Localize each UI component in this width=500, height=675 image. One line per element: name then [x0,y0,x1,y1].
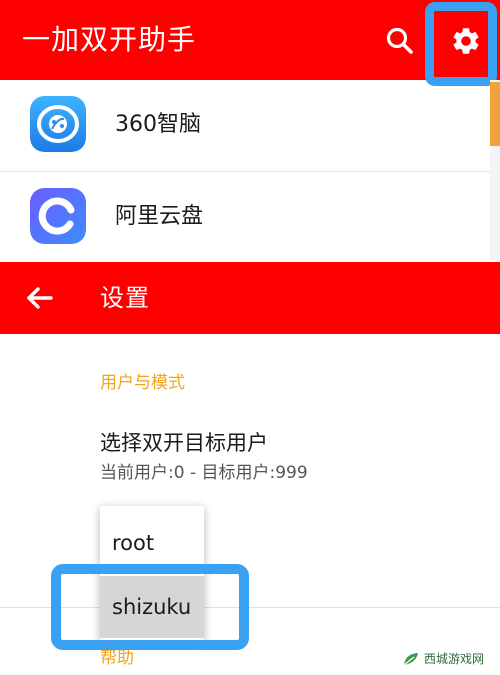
list-item[interactable]: 阿里云盘 [0,172,490,264]
pref-target-user-title[interactable]: 选择双开目标用户 [100,428,268,458]
pref-target-user-summary: 当前用户:0 - 目标用户:999 [100,463,308,483]
watermark: 西城游戏网 [396,646,494,672]
settings-title: 设置 [100,284,150,312]
scrollbar-thumb[interactable] [490,82,500,146]
aliyun-drive-app-icon [30,188,86,244]
search-icon [386,27,413,54]
leaf-logo-icon [403,653,418,666]
shizuku-highlight-frame [51,564,249,650]
app-name: 360智脑 [115,112,201,137]
gear-highlight-frame [425,2,497,86]
back-button[interactable] [22,278,62,318]
watermark-text: 西城游戏网 [424,652,485,666]
arrow-left-icon [27,287,53,309]
app-name: 阿里云盘 [115,204,204,229]
list-item[interactable]: 360智脑 [0,80,490,172]
settings-app-bar: 设置 [0,262,500,334]
360-brain-app-icon [30,96,86,152]
app-title: 一加双开助手 [22,23,197,56]
section-header-user-mode: 用户与模式 [100,373,185,393]
search-button[interactable] [383,24,417,58]
